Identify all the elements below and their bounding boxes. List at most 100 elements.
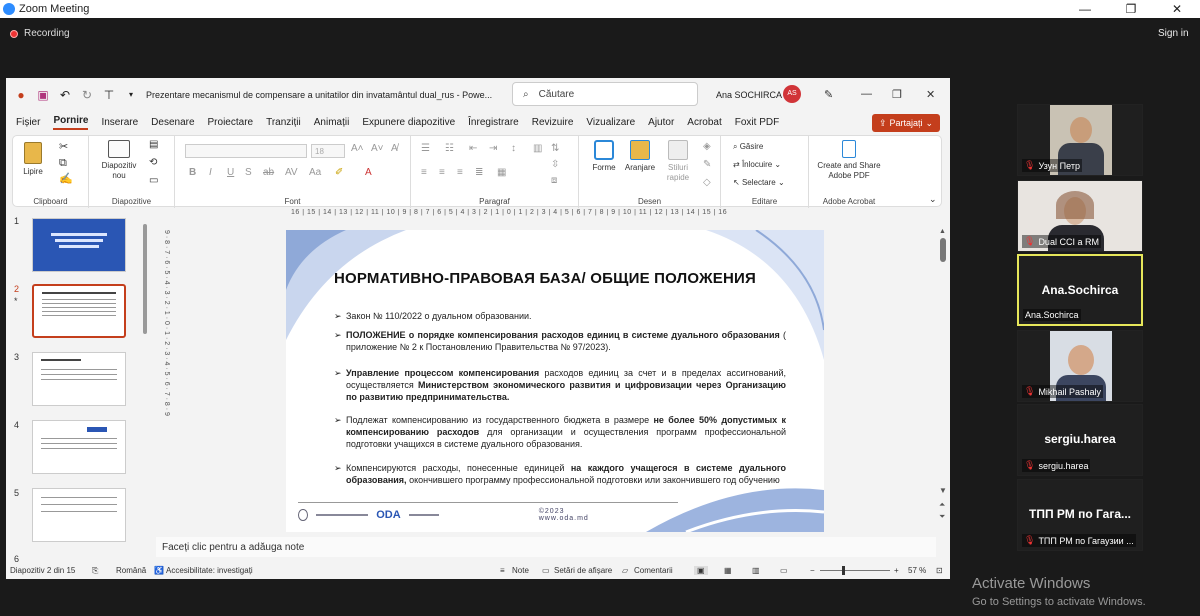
replace-button[interactable]: ⇄ Înlocuire ⌄ — [733, 160, 781, 170]
copy-icon[interactable]: ⧉ — [59, 158, 67, 169]
tab-record[interactable]: Înregistrare — [468, 117, 519, 128]
shape-fill-icon[interactable]: ◈ — [703, 142, 711, 152]
redo-icon[interactable]: ↻ — [80, 88, 94, 102]
align-text-icon[interactable]: ⇳ — [551, 160, 559, 170]
sign-in-button[interactable]: Sign in — [1158, 28, 1189, 39]
font-size-select[interactable]: 18 — [311, 144, 345, 158]
tab-design[interactable]: Proiectare — [208, 117, 254, 128]
tab-review[interactable]: Revizuire — [532, 117, 574, 128]
font-name-select[interactable] — [185, 144, 307, 158]
user-avatar[interactable]: AS — [783, 85, 801, 103]
language-label[interactable]: Română — [116, 566, 146, 575]
accessibility-label[interactable]: Accesibilitate: investigați — [166, 566, 253, 575]
shape-effects-icon[interactable]: ◇ — [703, 178, 711, 188]
comments-button[interactable]: Comentarii — [634, 566, 673, 575]
text-direction-icon[interactable]: ⇅ — [551, 144, 559, 154]
slide-scrollbar[interactable] — [940, 238, 946, 262]
minimize-icon[interactable]: — — [861, 88, 872, 100]
zoom-level[interactable]: 57 % — [908, 566, 926, 575]
grow-font-icon[interactable]: A˄ — [351, 144, 364, 154]
columns-icon[interactable]: ▥ — [533, 144, 542, 154]
shape-outline-icon[interactable]: ✎ — [703, 160, 711, 170]
search-box[interactable]: ⌕ Căutare — [512, 82, 698, 106]
zoom-out-icon[interactable]: − — [810, 566, 815, 575]
zoom-slider-thumb[interactable] — [842, 566, 845, 575]
clear-format-icon[interactable]: A̸ — [391, 144, 398, 154]
close-icon[interactable]: ✕ — [1154, 2, 1200, 16]
slide-thumb-2[interactable] — [32, 284, 126, 338]
arrange-button[interactable]: Aranjare — [623, 140, 657, 173]
spacing-icon[interactable]: AV — [285, 168, 298, 178]
tab-home[interactable]: Pornire — [53, 115, 89, 130]
tab-view[interactable]: Vizualizare — [586, 117, 635, 128]
line-spacing-icon[interactable]: ↕ — [511, 144, 516, 154]
section-icon[interactable]: ▭ — [149, 176, 158, 186]
smartart-icon[interactable]: ⧈ — [551, 176, 557, 186]
slide-thumb-4[interactable] — [32, 420, 126, 474]
layout-icon[interactable]: ▤ — [149, 140, 158, 150]
shrink-font-icon[interactable]: A˅ — [371, 144, 384, 154]
decrease-indent-icon[interactable]: ⇤ — [469, 144, 477, 154]
notes-pane[interactable]: Faceți clic pentru a adăuga note — [156, 537, 936, 557]
participant-tile-active[interactable]: Ana.Sochirca Ana.Sochirca — [1017, 254, 1143, 326]
fit-slide-icon[interactable]: ⊡ — [936, 566, 943, 575]
slide-thumb-3[interactable] — [32, 352, 126, 406]
undo-icon[interactable]: ↶ — [58, 88, 72, 102]
slide-thumb-5[interactable] — [32, 488, 126, 542]
tab-draw[interactable]: Desenare — [151, 117, 194, 128]
tab-acrobat[interactable]: Acrobat — [687, 117, 721, 128]
spellcheck-icon[interactable]: ⎘ — [92, 566, 98, 576]
find-button[interactable]: ⌕ Găsire — [733, 142, 763, 152]
paste-button[interactable]: Lipire — [21, 142, 45, 177]
scroll-up-icon[interactable]: ▲ — [939, 228, 946, 235]
select-button[interactable]: ↖ Selectare ⌄ — [733, 178, 785, 188]
increase-indent-icon[interactable]: ⇥ — [489, 144, 497, 154]
zoom-slider[interactable] — [820, 570, 890, 571]
new-slide-button[interactable]: Diapozitiv nou — [99, 140, 139, 181]
tab-help[interactable]: Ajutor — [648, 117, 674, 128]
slide-canvas[interactable]: НОРМАТИВНО-ПРАВОВАЯ БАЗА/ ОБЩИЕ ПОЛОЖЕНИ… — [286, 230, 824, 532]
participant-tile[interactable]: 🎙︎ Dual CCI a RM — [1017, 180, 1143, 252]
align-left-icon[interactable]: ≡ — [421, 168, 427, 178]
underline-icon[interactable]: U — [227, 168, 234, 178]
close-icon[interactable]: ✕ — [926, 88, 935, 101]
tab-foxit[interactable]: Foxit PDF — [735, 117, 779, 128]
participant-tile[interactable]: 🎙︎ Mikhail Pashaly — [1017, 330, 1143, 402]
present-icon[interactable]: ⊤ — [102, 88, 116, 102]
notes-button[interactable]: Note — [512, 566, 529, 575]
bold-icon[interactable]: B — [189, 168, 196, 178]
slide-count[interactable]: Diapozitiv 2 din 15 — [10, 566, 75, 575]
thumbnails-scrollbar[interactable] — [143, 224, 147, 334]
columns-split-icon[interactable]: ▦ — [497, 168, 506, 178]
recording-indicator[interactable]: Recording — [10, 28, 70, 39]
reset-icon[interactable]: ⟲ — [149, 158, 157, 168]
highlight-icon[interactable]: ✐ — [335, 168, 343, 178]
reading-view-icon[interactable]: ▥ — [752, 566, 760, 575]
next-slide-icon[interactable]: ⏷ — [939, 512, 945, 522]
tab-insert[interactable]: Inserare — [101, 117, 138, 128]
tab-slideshow[interactable]: Expunere diapozitive — [362, 117, 455, 128]
minimize-icon[interactable]: — — [1062, 2, 1108, 16]
slide-thumb-1[interactable] — [32, 218, 126, 272]
restore-icon[interactable]: ❐ — [892, 88, 902, 101]
strikethrough-icon[interactable]: ab — [263, 168, 274, 178]
customize-qat-icon[interactable]: ▾ — [124, 88, 138, 102]
bullets-icon[interactable]: ☰ — [421, 144, 430, 154]
shadow-icon[interactable]: S — [245, 168, 252, 178]
tab-transitions[interactable]: Tranziții — [266, 117, 301, 128]
user-name[interactable]: Ana SOCHIRCA — [716, 90, 782, 100]
create-pdf-button[interactable]: Create and Share Adobe PDF — [811, 140, 887, 181]
align-right-icon[interactable]: ≡ — [457, 168, 463, 178]
participant-tile[interactable]: 🎙︎ Узун Петр — [1017, 104, 1143, 176]
align-center-icon[interactable]: ≡ — [439, 168, 445, 178]
change-case-icon[interactable]: Aa — [309, 168, 321, 178]
justify-icon[interactable]: ≣ — [475, 168, 483, 178]
tab-animations[interactable]: Animații — [314, 117, 350, 128]
pen-icon[interactable]: ✎ — [824, 88, 833, 101]
collapse-ribbon-icon[interactable]: ⌄ — [929, 194, 937, 204]
zoom-in-icon[interactable]: + — [894, 566, 899, 575]
display-settings-button[interactable]: Setări de afișare — [554, 566, 612, 575]
slide-sorter-icon[interactable]: ▦ — [724, 566, 732, 575]
quick-styles-button[interactable]: Stiluri rapide — [661, 140, 695, 183]
share-button[interactable]: ⇪ Partajați ⌄ — [872, 114, 940, 132]
